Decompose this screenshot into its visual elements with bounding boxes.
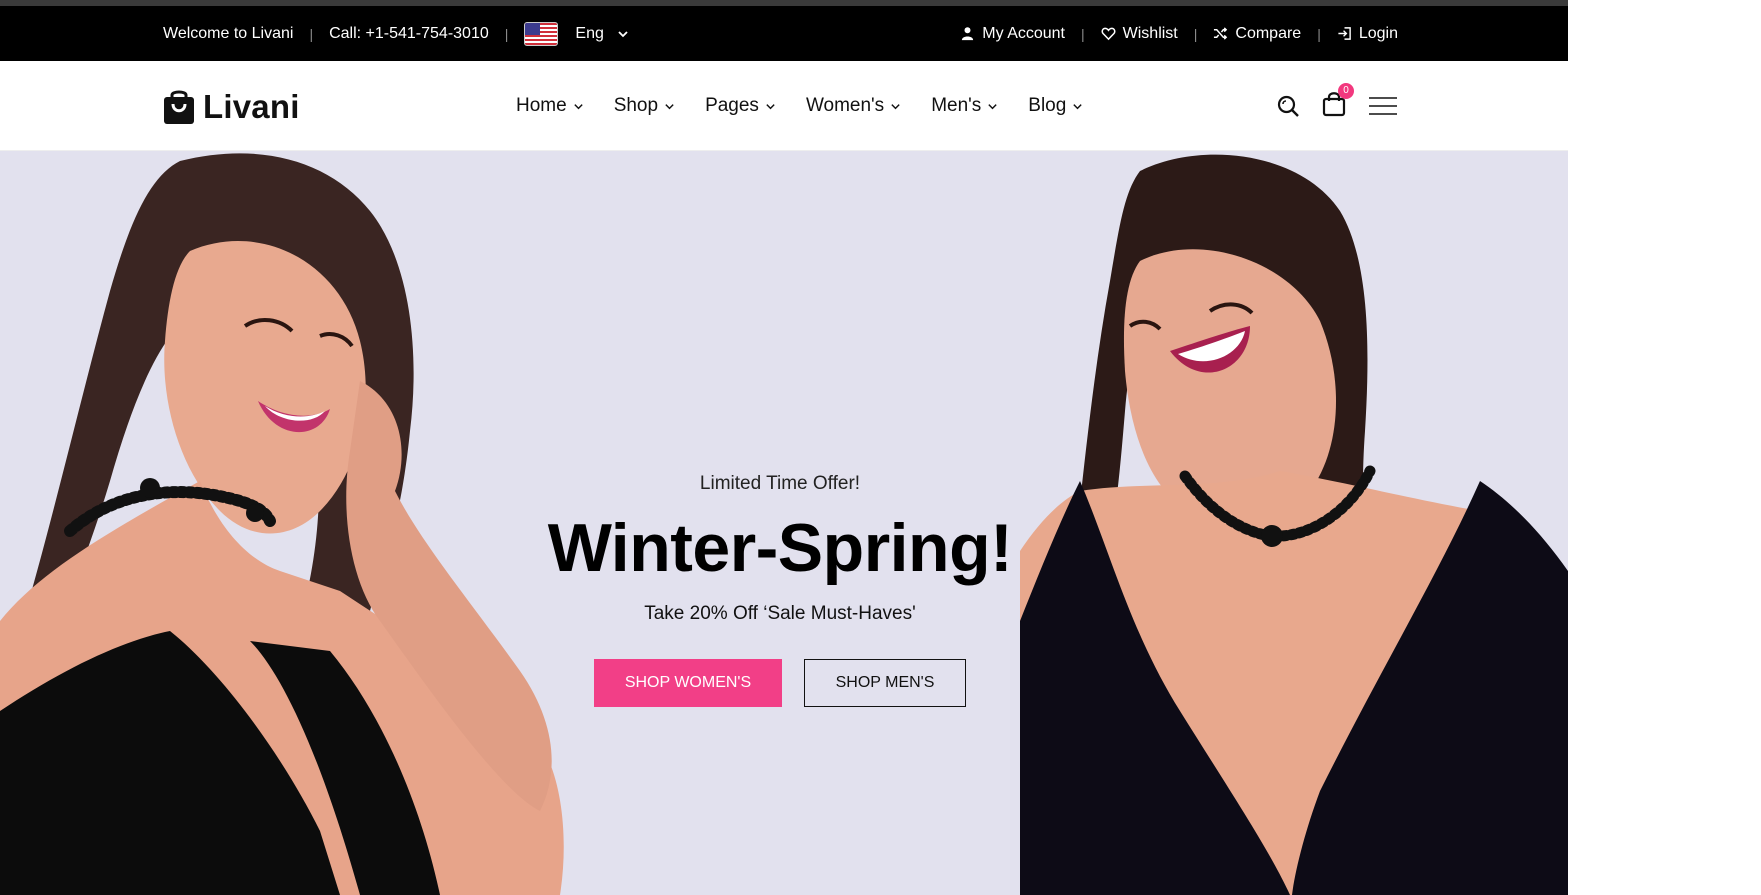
nav-label: Blog (1028, 95, 1067, 116)
divider: | (504, 25, 509, 42)
call-text[interactable]: Call: +1-541-754-3010 (329, 25, 489, 43)
nav-item-shop[interactable]: Shop (614, 95, 675, 117)
hero-content: Limited Time Offer! Winter-Spring! Take … (480, 473, 1080, 707)
nav-label: Pages (705, 95, 759, 116)
flag-us-icon (524, 21, 559, 46)
divider: | (1081, 25, 1085, 42)
header-icons: 0 (1276, 61, 1398, 151)
nav-label: Home (516, 95, 567, 116)
login-label: Login (1358, 24, 1398, 42)
divider: | (1193, 25, 1198, 42)
chevron-down-icon (665, 103, 674, 109)
shop-mens-button[interactable]: SHOP MEN'S (804, 659, 966, 707)
top-bar: Welcome to Livani | Call: +1-541-754-301… (0, 6, 1568, 61)
model-image-right (1020, 154, 1568, 895)
main-nav: Home Shop Pages Women's Men's Blog (516, 61, 1113, 151)
hero-buttons: SHOP WOMEN'S SHOP MEN'S (480, 659, 1080, 707)
divider: | (1317, 25, 1321, 42)
divider: | (309, 25, 314, 42)
nav-label: Women's (805, 95, 885, 116)
window-background (1568, 0, 1761, 895)
top-bar-right: My Account | Wishlist | Compare | Login (960, 6, 1398, 61)
chevron-down-icon (574, 103, 583, 109)
hero-banner: Limited Time Offer! Winter-Spring! Take … (0, 151, 1568, 895)
nav-item-mens[interactable]: Men's (931, 95, 998, 117)
search-icon[interactable] (1276, 94, 1300, 118)
welcome-text: Welcome to Livani (163, 24, 294, 42)
language-selector[interactable]: Eng (524, 21, 628, 46)
shuffle-icon (1214, 27, 1228, 40)
main-header: Livani Home Shop Pages Women's Men's Blo… (0, 61, 1568, 151)
logo-text: Livani (203, 88, 300, 125)
cart-button[interactable]: 0 (1322, 82, 1354, 122)
compare-label: Compare (1235, 24, 1302, 42)
logo[interactable]: Livani (163, 88, 300, 126)
cart-count-badge: 0 (1338, 82, 1354, 99)
hero-subtext: Take 20% Off ‘Sale Must-Haves' (644, 603, 916, 624)
my-account-link[interactable]: My Account (960, 25, 1065, 43)
login-icon (1338, 27, 1351, 40)
chevron-down-icon (1073, 103, 1082, 109)
nav-item-pages[interactable]: Pages (705, 95, 776, 117)
wishlist-label: Wishlist (1122, 24, 1178, 42)
nav-label: Men's (931, 95, 982, 116)
login-link[interactable]: Login (1337, 25, 1398, 43)
shopping-bag-logo-icon (164, 90, 194, 124)
chevron-down-icon (766, 103, 775, 109)
heart-icon (1101, 27, 1116, 41)
chevron-down-icon (988, 103, 997, 109)
shop-womens-button[interactable]: SHOP WOMEN'S (594, 659, 782, 707)
user-icon (962, 27, 974, 41)
nav-item-home[interactable]: Home (516, 95, 584, 117)
nav-label: Shop (613, 95, 659, 116)
language-label: Eng (575, 24, 604, 42)
wishlist-link[interactable]: Wishlist (1101, 25, 1178, 43)
hamburger-icon[interactable] (1368, 95, 1398, 117)
nav-item-blog[interactable]: Blog (1028, 95, 1083, 117)
chevron-down-icon (618, 30, 628, 37)
compare-link[interactable]: Compare (1213, 25, 1301, 43)
page: Welcome to Livani | Call: +1-541-754-301… (0, 0, 1568, 895)
nav-item-womens[interactable]: Women's (806, 95, 901, 117)
chevron-down-icon (891, 103, 900, 109)
top-bar-left: Welcome to Livani | Call: +1-541-754-301… (163, 6, 629, 61)
my-account-label: My Account (982, 24, 1065, 42)
hero-headline: Winter-Spring! (547, 510, 1013, 586)
hero-offer-text: Limited Time Offer! (699, 473, 861, 494)
